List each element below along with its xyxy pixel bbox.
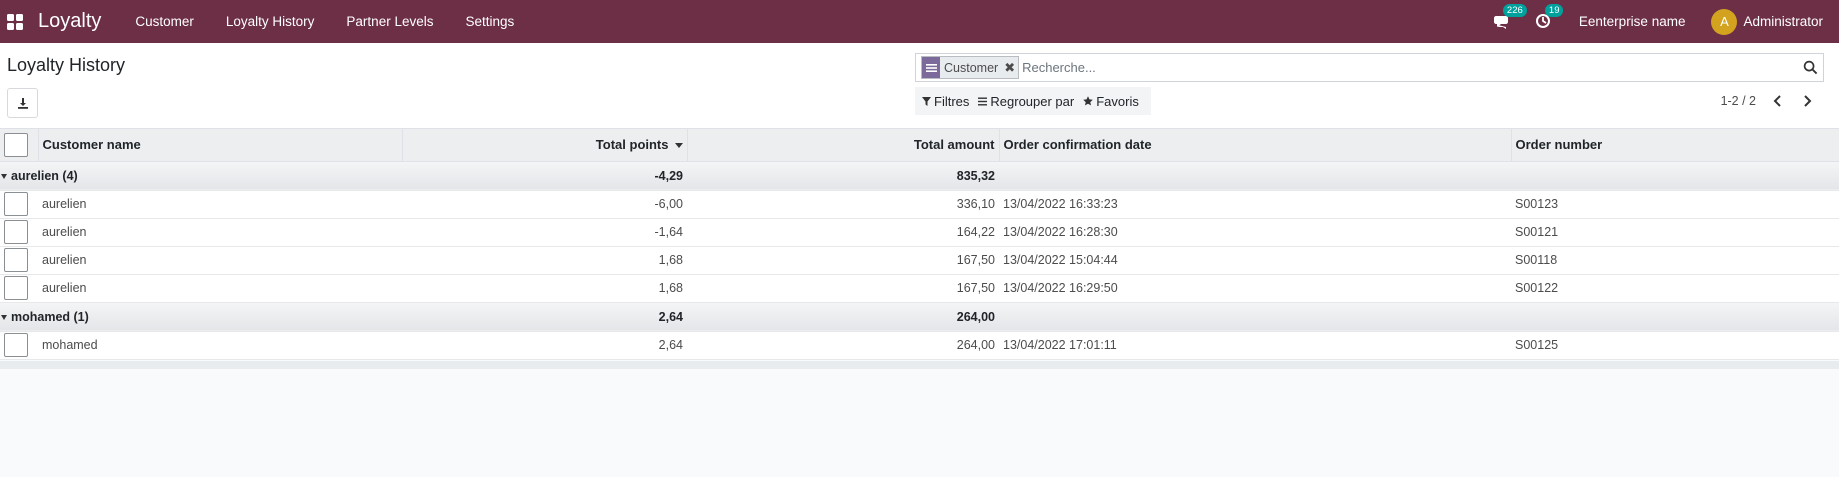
select-all-cell (0, 129, 39, 162)
menu-item-loyalty-history[interactable]: Loyalty History (210, 14, 331, 29)
chevron-left-icon[interactable] (1772, 94, 1784, 108)
group-label: mohamed (1) (11, 309, 89, 324)
cell-amount: 164,22 (687, 218, 999, 247)
cell-points: 1,68 (402, 274, 687, 303)
column-order-number[interactable]: Order number (1511, 129, 1839, 162)
group-total-points: 2,64 (402, 302, 687, 332)
cell-amount: 167,50 (687, 274, 999, 303)
cell-amount: 336,10 (687, 190, 999, 219)
activities-badge: 19 (1544, 3, 1564, 17)
bars-icon (978, 97, 988, 105)
company-switcher[interactable]: Eenterprise name (1579, 14, 1686, 29)
table-row[interactable]: aurelien 1,68 167,50 13/04/2022 15:04:44… (0, 246, 1839, 275)
cell-order: S00122 (1511, 274, 1839, 303)
cell-date: 13/04/2022 16:29:50 (999, 274, 1511, 303)
list-view: Customer name Total points Total amount … (0, 129, 1839, 360)
row-checkbox[interactable] (4, 276, 28, 300)
star-icon (1083, 96, 1094, 106)
activities-icon[interactable]: 19 (1535, 3, 1564, 31)
cell-amount: 167,50 (687, 246, 999, 275)
facet-label: Customer (944, 60, 999, 75)
cell-customer: aurelien (38, 246, 402, 275)
cell-order: S00121 (1511, 218, 1839, 247)
group-total-amount: 835,32 (687, 161, 999, 191)
app-brand[interactable]: Loyalty (38, 10, 101, 33)
cell-customer: aurelien (38, 218, 402, 247)
cell-order: S00118 (1511, 246, 1839, 275)
avatar[interactable]: A (1711, 8, 1738, 35)
group-total-amount: 264,00 (687, 302, 999, 332)
group-by-icon (922, 57, 940, 78)
group-row-mohamed[interactable]: mohamed (1) 2,64 264,00 (0, 302, 1839, 332)
caret-down-icon (1, 314, 7, 320)
column-total-amount[interactable]: Total amount (687, 129, 1000, 162)
menu-item-settings[interactable]: Settings (449, 14, 530, 29)
table-row[interactable]: aurelien -1,64 164,22 13/04/2022 16:28:3… (0, 218, 1839, 247)
cell-date: 13/04/2022 17:01:11 (999, 331, 1511, 360)
search-facet: Customer ✖ (921, 56, 1020, 79)
cell-points: 2,64 (402, 331, 687, 360)
cell-order: S00123 (1511, 190, 1839, 219)
search-icon[interactable] (1803, 60, 1818, 75)
sort-desc-icon (674, 143, 683, 149)
cell-customer: mohamed (38, 331, 402, 360)
filter-icon (922, 96, 931, 106)
loyalty-history-table: Customer name Total points Total amount … (0, 129, 1839, 360)
group-by-button[interactable]: Regrouper par (978, 94, 1074, 109)
row-checkbox[interactable] (4, 248, 28, 272)
group-label: aurelien (4) (11, 168, 78, 183)
row-checkbox[interactable] (4, 220, 28, 244)
table-row[interactable]: aurelien 1,68 167,50 13/04/2022 16:29:50… (0, 274, 1839, 303)
control-panel: Loyalty History Customer ✖ Filtres Regro… (0, 43, 1839, 129)
column-customer-name[interactable]: Customer name (38, 129, 403, 162)
cell-date: 13/04/2022 15:04:44 (999, 246, 1511, 275)
row-checkbox[interactable] (4, 192, 28, 216)
apps-menu-icon[interactable] (7, 13, 23, 30)
list-footer-divider (0, 361, 1839, 369)
search-bar: Customer ✖ (915, 53, 1824, 82)
favorites-button[interactable]: Favoris (1083, 94, 1139, 109)
filters-button[interactable]: Filtres (922, 94, 969, 109)
column-order-confirmation-date[interactable]: Order confirmation date (999, 129, 1512, 162)
menu-item-customer[interactable]: Customer (119, 14, 210, 29)
menu-item-partner-levels[interactable]: Partner Levels (330, 14, 449, 29)
table-row[interactable]: aurelien -6,00 336,10 13/04/2022 16:33:2… (0, 190, 1839, 219)
cell-points: -1,64 (402, 218, 687, 247)
table-header: Customer name Total points Total amount … (0, 129, 1839, 162)
select-all-checkbox[interactable] (4, 132, 28, 157)
caret-down-icon (1, 173, 7, 179)
pager-value[interactable]: 1-2 / 2 (1721, 94, 1756, 108)
group-row-aurelien[interactable]: aurelien (4) -4,29 835,32 (0, 161, 1839, 191)
cell-customer: aurelien (38, 190, 402, 219)
favorites-label: Favoris (1096, 93, 1139, 109)
cell-points: 1,68 (402, 246, 687, 275)
navbar-systray: 226 19 Eenterprise name A Administrator (1481, 0, 1839, 43)
main-menu: Customer Loyalty History Partner Levels … (119, 14, 530, 29)
messages-icon[interactable]: 226 (1493, 3, 1527, 31)
cell-order: S00125 (1511, 331, 1839, 360)
page-title: Loyalty History (7, 55, 126, 75)
user-menu[interactable]: Administrator (1743, 14, 1823, 29)
chevron-right-icon[interactable] (1801, 94, 1813, 108)
cell-amount: 264,00 (687, 331, 999, 360)
group-by-label: Regrouper par (990, 93, 1075, 109)
top-navbar: Loyalty Customer Loyalty History Partner… (0, 0, 1839, 43)
search-options: Filtres Regrouper par Favoris (915, 87, 1151, 115)
group-total-points: -4,29 (402, 161, 687, 191)
export-button[interactable] (7, 88, 38, 118)
download-icon (17, 98, 28, 109)
filters-label: Filtres (934, 93, 970, 109)
table-row[interactable]: mohamed 2,64 264,00 13/04/2022 17:01:11 … (0, 331, 1839, 360)
facet-remove-icon[interactable]: ✖ (1001, 60, 1018, 76)
column-total-points[interactable]: Total points (402, 129, 688, 162)
cell-date: 13/04/2022 16:33:23 (999, 190, 1511, 219)
cell-customer: aurelien (38, 274, 402, 303)
messages-badge: 226 (1502, 3, 1527, 17)
row-checkbox[interactable] (4, 333, 28, 357)
search-input[interactable] (1022, 60, 1823, 75)
cell-date: 13/04/2022 16:28:30 (999, 218, 1511, 247)
cell-points: -6,00 (402, 190, 687, 219)
